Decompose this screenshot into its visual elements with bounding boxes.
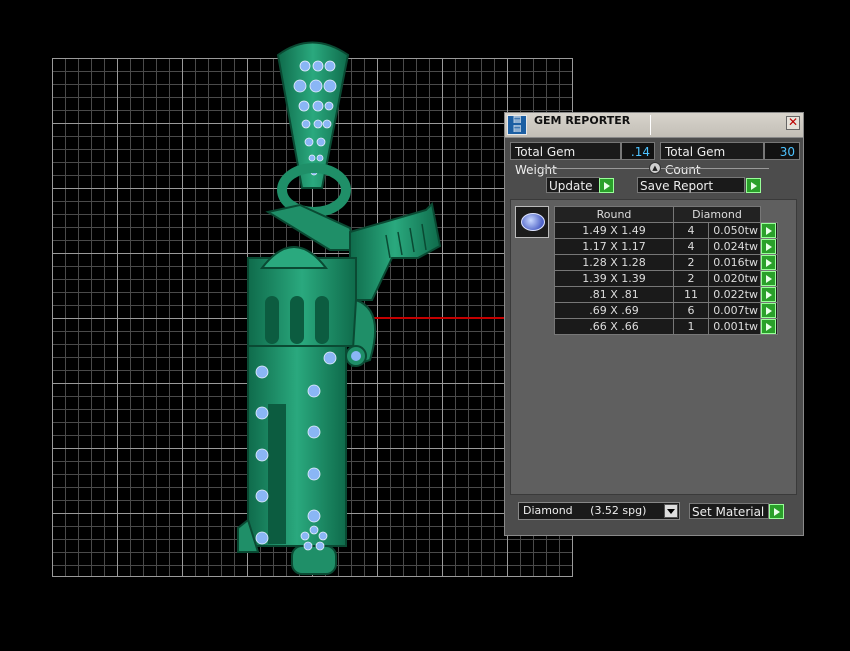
title-separator [650,115,651,135]
play-arrow-icon[interactable] [761,303,776,318]
gem-size-cell: 1.17 X 1.17 [554,238,674,255]
row-go-cell[interactable] [760,270,778,287]
table-row: 1.39 X 1.39 2 0.020tw [554,270,778,287]
header-material: Diamond [673,206,761,223]
material-selected-value: Diamond (3.52 spg) [523,504,647,517]
row-go-cell[interactable] [760,222,778,239]
gem-size-cell: .81 X .81 [554,286,674,303]
total-count-value: 30 [764,142,800,160]
total-count-label: Total Gem Count [660,142,764,177]
play-arrow-icon[interactable] [761,271,776,286]
gem-weight-cell: 0.050tw [708,222,761,239]
row-go-cell[interactable] [760,254,778,271]
gem-count-cell: 11 [673,286,709,303]
save-report-go-icon[interactable] [746,178,761,193]
update-label: Update [549,179,593,193]
gem-size-cell: 1.28 X 1.28 [554,254,674,271]
table-row: .81 X .81 11 0.022tw [554,286,778,303]
title-bar[interactable]: ▤ ▤ GEM REPORTER ✕ [505,113,803,138]
total-weight-value: .14 [621,142,655,160]
gem-table: Round Diamond 1.49 X 1.49 4 0.050tw 1.17 X … [554,206,778,335]
report-area: Round Diamond 1.49 X 1.49 4 0.050tw 1.17 X … [510,199,797,495]
chevron-down-icon[interactable] [664,504,678,518]
set-material-button[interactable]: Set Material [689,503,769,519]
gem-weight-cell: 0.001tw [708,318,761,335]
header-shape: Round [554,206,674,223]
update-go-icon[interactable] [599,178,614,193]
close-icon[interactable]: ✕ [786,116,800,130]
gem-size-cell: 1.39 X 1.39 [554,270,674,287]
play-arrow-icon[interactable] [761,287,776,302]
gem-size-cell: .69 X .69 [554,302,674,319]
table-row: 1.49 X 1.49 4 0.050tw [554,222,778,239]
play-arrow-icon[interactable] [761,319,776,334]
table-row: 1.28 X 1.28 2 0.016tw [554,254,778,271]
gem-reporter-panel: ▤ ▤ GEM REPORTER ✕ Total Gem Weight .14 T… [504,112,804,536]
table-row: .69 X .69 6 0.007tw [554,302,778,319]
gem-count-cell: 6 [673,302,709,319]
total-weight-label: Total Gem Weight [510,142,621,177]
gem-weight-cell: 0.022tw [708,286,761,303]
slider-thumb[interactable]: ▲ [649,162,661,174]
play-arrow-icon[interactable] [761,239,776,254]
material-select[interactable]: Diamond (3.52 spg) [518,502,680,520]
gem-weight-cell: 0.024tw [708,238,761,255]
play-arrow-icon[interactable] [761,223,776,238]
gem-reporter-icon: ▤ ▤ [507,115,527,135]
gem-count-cell: 1 [673,318,709,335]
save-report-button[interactable]: Save Report [637,177,745,193]
gem-count-cell: 4 [673,222,709,239]
row-go-cell[interactable] [760,302,778,319]
set-material-go-icon[interactable] [769,504,784,519]
panel-title: GEM REPORTER [534,114,631,127]
gem-count-cell: 4 [673,238,709,255]
update-button[interactable]: Update [546,177,600,193]
table-row: 1.17 X 1.17 4 0.024tw [554,238,778,255]
grip [349,201,442,301]
row-go-cell[interactable] [760,318,778,335]
table-row: .66 X .66 1 0.001tw [554,318,778,335]
row-go-cell[interactable] [760,286,778,303]
gem-weight-cell: 0.007tw [708,302,761,319]
save-report-label: Save Report [640,179,714,193]
gem-size-cell: .66 X .66 [554,318,674,335]
round-gem-icon [515,206,549,238]
gem-weight-cell: 0.016tw [708,254,761,271]
gem-count-cell: 2 [673,254,709,271]
gem-weight-cell: 0.020tw [708,270,761,287]
gem-size-cell: 1.49 X 1.49 [554,222,674,239]
set-material-label: Set Material [692,505,765,519]
play-arrow-icon[interactable] [761,255,776,270]
gem-count-cell: 2 [673,270,709,287]
row-go-cell[interactable] [760,238,778,255]
